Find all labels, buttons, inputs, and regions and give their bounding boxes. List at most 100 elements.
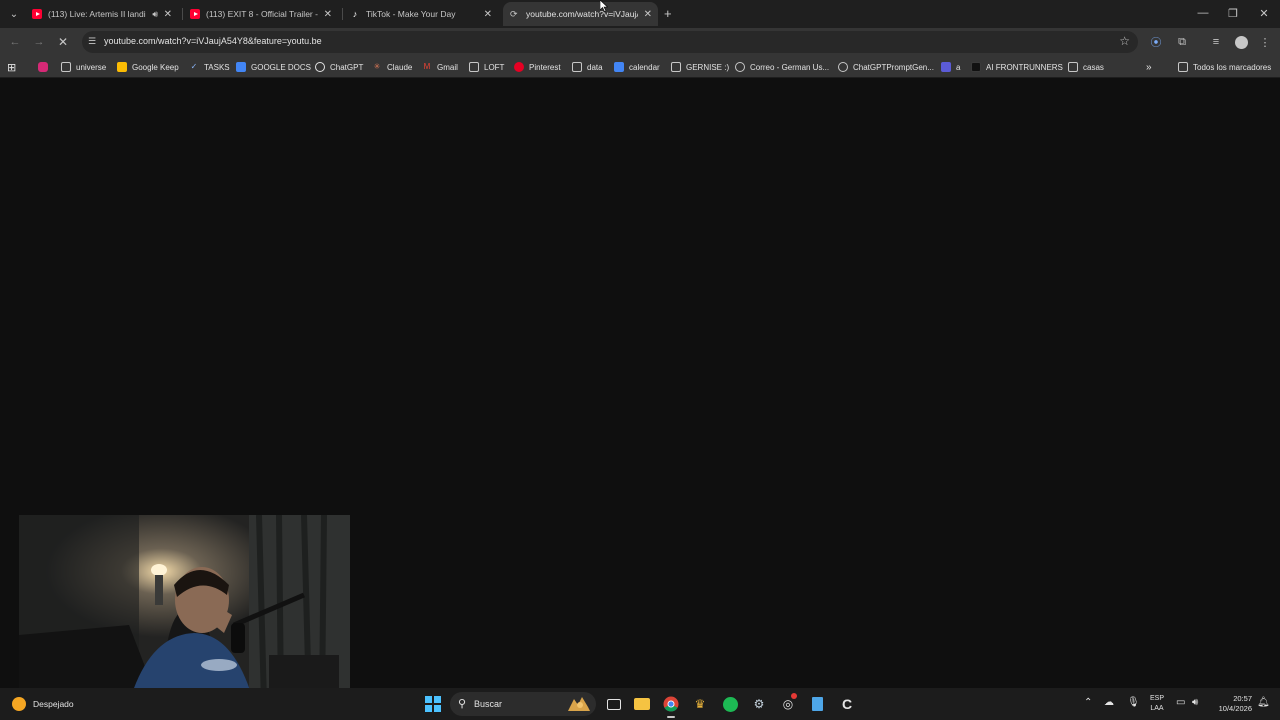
menu-dots-icon[interactable]: ⋮ <box>1257 34 1273 50</box>
address-bar[interactable]: ☰ youtube.com/watch?v=iVJaujA54Y8&featur… <box>82 31 1138 53</box>
bookmark-google-docs[interactable]: GOOGLE DOCS <box>236 60 311 74</box>
bookmark-data[interactable]: data <box>572 60 603 74</box>
spotify-icon[interactable] <box>720 694 740 714</box>
pinterest-icon <box>514 62 524 72</box>
folder-icon <box>671 62 681 72</box>
bookmark-calendar[interactable]: calendar <box>614 60 660 74</box>
windows-start-icon[interactable] <box>425 696 441 712</box>
back-arrow-icon[interactable]: ← <box>6 33 24 51</box>
restore-icon[interactable]: ❐ <box>1218 4 1248 22</box>
keep-icon <box>117 62 127 72</box>
taskbar-search[interactable]: ⚲ Buscar <box>450 692 596 716</box>
youtube-icon <box>32 9 42 19</box>
close-icon[interactable]: ✕ <box>164 9 172 20</box>
gmail-icon: M <box>423 62 431 71</box>
bookmark-star-icon[interactable]: ☆ <box>1119 34 1130 48</box>
extensions-icon[interactable]: ⧉ <box>1174 34 1190 50</box>
tasks-icon: ✓ <box>190 62 198 71</box>
bookmark-pinterest[interactable]: Pinterest <box>514 60 561 74</box>
volume-icon[interactable]: 🔊︎ <box>1192 697 1198 708</box>
network-icon[interactable]: ▭ <box>1176 697 1185 708</box>
file-explorer-icon[interactable] <box>632 694 652 714</box>
windows-taskbar: Despejado ⚲ Buscar ♛ ⚙ ◎ C ⌃ ☁ 🎙︎ ESP LA… <box>0 688 1280 720</box>
site-info-icon[interactable]: ☰ <box>88 36 100 48</box>
reading-list-icon[interactable]: ≡ <box>1208 34 1224 50</box>
bookmark-casas[interactable]: casas <box>1068 60 1104 74</box>
microphone-icon[interactable]: 🎙︎ <box>1127 697 1140 708</box>
mouse-cursor-icon <box>600 0 608 12</box>
chatgpt-icon <box>315 62 325 72</box>
globe-icon <box>735 62 745 72</box>
tab-youtube-active[interactable]: ⟳ youtube.com/watch?v=iVJaujA54 ✕ <box>503 2 658 26</box>
tab-search-button[interactable]: ⌄ <box>5 5 23 23</box>
bookmark-chatgpt[interactable]: ChatGPT <box>315 60 363 74</box>
bookmark-universe[interactable]: universe <box>61 60 106 74</box>
webcam-overlay <box>19 515 350 703</box>
bookmark-claude[interactable]: ✳ Claude <box>372 60 413 74</box>
close-window-icon[interactable]: ✕ <box>1249 4 1279 22</box>
cloud-off-icon[interactable]: ☁ <box>1104 697 1114 708</box>
language-indicator[interactable]: ESP LAA <box>1148 694 1166 714</box>
bookmark-loft[interactable]: LOFT <box>469 60 504 74</box>
folder-icon <box>61 62 71 72</box>
weather-widget[interactable]: Despejado <box>12 697 74 711</box>
app-shield-icon[interactable]: ◎ <box>778 693 798 714</box>
bookmark-ai-frontrunners[interactable]: AI FRONTRUNNERS <box>971 60 1063 74</box>
tab-exit8[interactable]: (113) EXIT 8 - Official Trailer - In ✕ <box>186 2 338 26</box>
bookmark-google-keep[interactable]: Google Keep <box>117 60 179 74</box>
search-highlight-icon <box>568 697 590 711</box>
instagram-icon <box>38 62 48 72</box>
tab-artemis[interactable]: (113) Live: Artemis II landing 🔊︎ ✕ <box>28 2 178 26</box>
bookmark-gernise[interactable]: GERNISE :) <box>671 60 729 74</box>
tab-separator <box>342 8 343 20</box>
bookmark-tasks[interactable]: ✓ TASKS <box>189 60 230 74</box>
loading-icon: ⟳ <box>510 9 518 19</box>
search-icon: ⚲ <box>458 698 467 710</box>
url-text[interactable]: youtube.com/watch?v=iVJaujA54Y8&feature=… <box>104 36 322 46</box>
chevron-more-icon[interactable]: » <box>1146 60 1152 74</box>
bookmarks-bar: ⊞ universe Google Keep ✓ TASKS GOOGLE DOC… <box>0 56 1280 78</box>
close-icon[interactable]: ✕ <box>644 9 652 20</box>
tab-strip: ⌄ (113) Live: Artemis II landing 🔊︎ ✕ (1… <box>0 0 1280 28</box>
folder-icon <box>1068 62 1078 72</box>
bookmark-gmail[interactable]: M Gmail <box>422 60 458 74</box>
steam-icon[interactable]: ⚙ <box>749 694 769 714</box>
docs-icon <box>236 62 246 72</box>
calendar-icon <box>614 62 624 72</box>
clock[interactable]: 20:57 10/4/2026 <box>1210 694 1252 714</box>
minimize-icon[interactable]: — <box>1188 4 1218 22</box>
stop-loading-icon[interactable]: ✕ <box>54 33 72 51</box>
task-view-icon[interactable] <box>604 694 624 714</box>
all-bookmarks-folder[interactable]: Todos los marcadores <box>1178 60 1271 74</box>
speaker-icon[interactable]: 🔊︎ <box>152 9 158 20</box>
folder-icon <box>469 62 479 72</box>
tab-separator <box>182 8 183 20</box>
tab-tiktok[interactable]: ♪ TikTok - Make Your Day ✕ <box>346 2 498 26</box>
profile-avatar-icon[interactable] <box>1233 34 1249 50</box>
chrome-icon[interactable] <box>661 694 681 718</box>
app-icon <box>941 62 951 72</box>
notifications-bell-icon[interactable]: 🔔︎ <box>1257 697 1270 708</box>
close-icon[interactable]: ✕ <box>324 9 332 20</box>
close-icon[interactable]: ✕ <box>484 9 492 20</box>
app-c-icon[interactable]: C <box>837 694 857 714</box>
claude-icon: ✳ <box>373 62 381 71</box>
bookmark-a[interactable]: a <box>941 60 960 74</box>
app-icon <box>971 62 981 72</box>
media-cast-icon[interactable]: ⦿ <box>1148 34 1164 50</box>
new-tab-button[interactable]: + <box>664 6 672 21</box>
bookmark-instagram[interactable] <box>38 60 53 74</box>
bookmark-chatgptpromptgen[interactable]: ChatGPTPromptGen... <box>838 60 934 74</box>
forward-arrow-icon[interactable]: → <box>30 33 48 51</box>
webcam-feed-image <box>19 515 350 703</box>
folder-icon <box>572 62 582 72</box>
chevron-up-icon[interactable]: ⌃ <box>1084 697 1092 708</box>
apps-grid-icon[interactable]: ⊞ <box>7 60 16 74</box>
browser-toolbar: ← → ✕ ☰ youtube.com/watch?v=iVJaujA54Y8&… <box>0 28 1280 56</box>
globe-icon <box>838 62 848 72</box>
folder-icon <box>1178 62 1188 72</box>
weather-sun-icon <box>12 697 26 711</box>
app-crown-icon[interactable]: ♛ <box>690 694 710 714</box>
notepad-icon[interactable] <box>807 694 827 714</box>
bookmark-correo[interactable]: Correo - German Us... <box>735 60 829 74</box>
